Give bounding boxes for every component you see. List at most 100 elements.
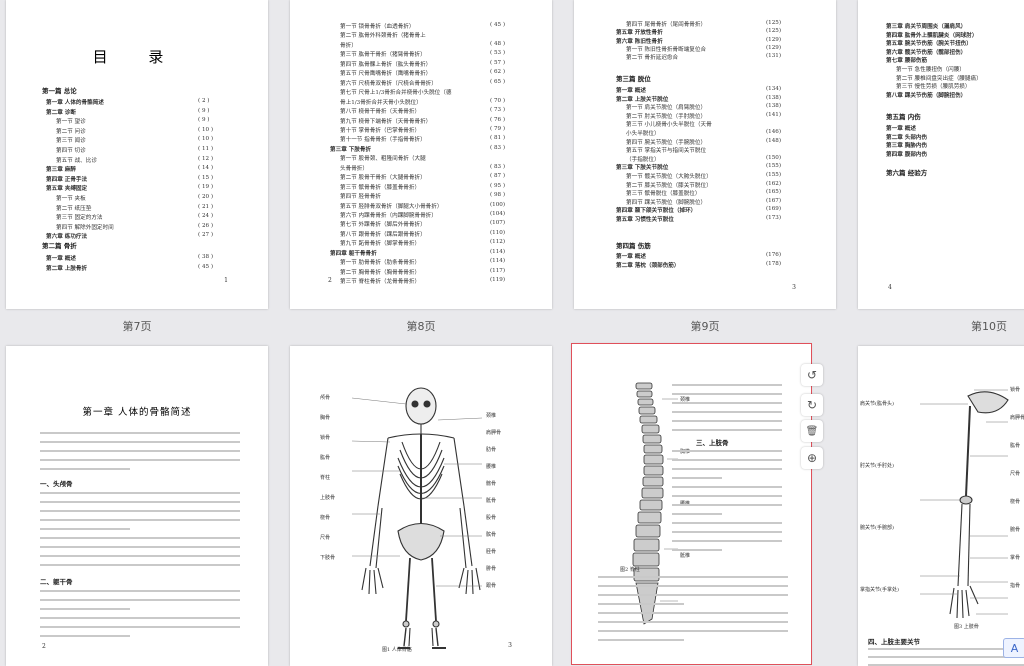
delete-page-button[interactable]: 🗑 (801, 420, 823, 442)
toc-entry-title: 第五节 战、比诊 (56, 157, 97, 164)
thumbnail-page-11[interactable]: 第一章 人体的骨骼简述 一、头颅骨 二、躯干骨 2 (6, 346, 268, 666)
figure-label: 骶椎 (680, 553, 691, 559)
toc-entry: 第八章 踝关节伤筋（脚腕扭伤） (886, 91, 966, 99)
toc-entry-page: (114) (490, 258, 506, 265)
toc-entry-page: ( 76 ) (490, 116, 506, 123)
toc-entry: 第三节 肱骨干骨折（猪臂骨骨折） (340, 50, 426, 58)
toc-entry: 第三节 慢性劳损（腰肌劳损） (896, 82, 971, 90)
toc-entry: 第四章 腹部内伤 (886, 150, 927, 158)
toc-entry: 第二章 落枕（颈部伤筋） (616, 261, 679, 269)
toc-entry-title: 第四章 肱骨外上髁肌腱炎（网球肘） (886, 32, 978, 39)
toc-entry-title: 第三节 脊柱骨折（龙骨骨骨折） (340, 279, 421, 286)
figure-label: 肩胛骨 (1010, 415, 1024, 421)
toc-entry: 第十一节 指骨骨折（手指骨骨折） (340, 135, 426, 143)
toc-entry-page: (162) (766, 180, 782, 187)
text-line (672, 411, 782, 413)
toc-entry: 第二节 骨折延迟愈合 (626, 53, 678, 61)
page-number: 1 (224, 277, 228, 284)
corner-action-button[interactable]: A (1003, 638, 1024, 658)
toc-entry-page: (169) (766, 206, 782, 213)
toc-entry: 第三节 髌骨脱位（膝盖脱位） (626, 189, 701, 197)
toc-entry: 第五节 掌指关节与指间关节脱位 (626, 146, 706, 154)
toc-entry-title: 第六章 髋关节伤筋（髋部扭伤） (886, 49, 967, 56)
toc-entry-title: 第二章 上肢骨折 (46, 265, 88, 272)
thumbnail-page-13[interactable]: 颈椎胸椎腰椎骶椎 三、上肢骨 图2 脊柱 (571, 343, 812, 665)
rotate-left-button[interactable]: ↺ (801, 364, 823, 386)
toc-entry-title: 第一章 概述 (886, 126, 916, 132)
toc-entry-page: ( 83 ) (490, 144, 506, 151)
toc-entry-title: 第一节 陈旧性骨折骨断端复位合 (626, 46, 707, 53)
toc-entry: 第七节 尺骨上1/3骨折合并桡骨小头脱位（德 (340, 88, 451, 96)
toc-entry: 第三章 胸胁内伤 (886, 141, 927, 149)
toc-entry-page: (148) (766, 137, 782, 144)
figure-label: 锁骨 (320, 435, 331, 441)
rotate-right-button[interactable]: ↻ (801, 394, 823, 416)
toc-entry-title: 第一节 肩关节脱位（肩臂脱位） (626, 105, 707, 112)
text-line (672, 504, 782, 506)
toc-entry-title: 第五章 开放性骨折 (616, 30, 663, 37)
text-line (40, 626, 240, 628)
toc-entry-title: 第四章 躯干骨骨折 (330, 250, 377, 257)
toc-entry-title: 第三节 肱骨干骨折（猪臂骨骨折） (340, 52, 426, 59)
toc-entry-title: 第四章 腹部内伤 (886, 151, 928, 158)
text-line (672, 468, 782, 470)
toc-entry-page: ( 45 ) (490, 22, 506, 28)
toc-entry-title: 第二章 头部内伤 (886, 134, 928, 141)
toc-entry-title: 第三节 固定的方法 (56, 215, 103, 222)
toc-entry: 第四节 切诊 (56, 146, 86, 154)
toc-entry-page: (150) (766, 154, 782, 161)
toc-entry-page: ( 98 ) (490, 192, 506, 199)
thumbnail-page-9[interactable]: 第四节 尾骨骨折（尾闾骨骨折） (125) 第五章 开放性骨折 (125) 第六章 陈旧… (574, 0, 836, 309)
figure-label: 桡骨 (1010, 499, 1021, 505)
toc-entry-title: 第一章 概述 (46, 256, 76, 262)
thumbnail-page-12[interactable]: 颅骨 胸骨 锁骨 肱骨 脊柱 上肢骨 桡骨 尺骨 下肢骨 颈椎 肩胛骨 肋骨 腰椎 髂骨 骶骨 股骨 髌骨 胫骨… (290, 346, 552, 666)
toc-entry-page: ( 62 ) (490, 69, 506, 76)
toc-entry-page: ( 14 ) (198, 165, 214, 172)
figure-caption: 图3 上肢骨 (954, 624, 979, 630)
text-line (868, 648, 1024, 650)
zoom-page-button[interactable]: ⊕ (801, 447, 823, 469)
figure-label: 肱骨 (320, 455, 331, 461)
toc-entry: 第二章 诊断 (46, 108, 76, 116)
text-line (598, 594, 788, 596)
figure-label: 腰椎 (486, 464, 497, 470)
thumbnail-page-8[interactable]: 第一节 锁骨骨折（血透骨折） ( 45 ) 第二节 肱骨外科颈骨折（猪骨骨上 骨折） (… (290, 0, 552, 309)
toc-entry: 第四节 腕关节脱位（手腕脱位） (626, 138, 706, 146)
toc-entry-page: ( 87 ) (490, 173, 506, 180)
figure-label: 股骨 (486, 515, 497, 521)
toc-entry-title: 第二节 纸压垫 (56, 205, 92, 212)
toc-entry: 第一节 陈旧性骨折骨断端复位合 (626, 45, 706, 53)
toc-entry-page: (114) (490, 248, 506, 255)
part-heading: 第四篇 伤筋 (616, 242, 651, 250)
toc-entry-title: 第八章 踝关节伤筋（脚腕扭伤） (886, 92, 967, 99)
toc-entry-title: 第三章 麻醉 (46, 167, 76, 174)
toc-entry: 第一节 望诊 (56, 117, 86, 125)
toc-entry: 第一章 概述 (886, 124, 916, 132)
toc-entry: 第一节 肋骨骨折（肋条骨骨折） (340, 258, 420, 266)
rotate-cw-icon: ↻ (806, 398, 818, 412)
toc-entry-title: 第二节 问诊 (56, 128, 86, 135)
toc-entry-page: ( 48 ) (490, 40, 506, 47)
toc-entry-title: 第二节 骨折延迟愈合 (626, 55, 679, 62)
thumbnail-page-7[interactable]: 目 录 第一篇 总论 第一章 人体的骨骼简述 ( 2 ) 第二章 诊断 ( 9 ) 第一… (6, 0, 268, 309)
toc-entry: 第一章 概述 (616, 86, 646, 94)
thumbnail-page-10[interactable]: 第三章 肩关节周围炎（漏肩风） 第四章 肱骨外上髁肌腱炎（网球肘） 第五章 腕关节伤… (858, 0, 1024, 309)
figure-label: 肋骨 (486, 447, 497, 453)
part-heading: 第二篇 骨折 (42, 242, 77, 250)
text-line (598, 576, 788, 578)
text-line (40, 510, 240, 512)
toc-entry: 第一节 锁骨骨折（血透骨折） (340, 22, 415, 30)
text-line (40, 555, 240, 557)
toc-entry-page: ( 9 ) (198, 107, 210, 114)
toc-entry-page: ( 83 ) (490, 163, 506, 170)
toc-title: 目 录 (92, 48, 182, 66)
toc-entry-page: ( 2 ) (198, 98, 210, 104)
figure-label: 肘关节(手肘处) (860, 463, 894, 469)
toc-entry-title: 第四节 踝关节脱位（脚腕脱位） (626, 199, 707, 206)
toc-entry-title: 第一节 股骨颈、粗隆间骨折（大腿 (340, 156, 426, 163)
figure-label: 肱骨 (1010, 443, 1021, 449)
toc-entry: 第五章 开放性骨折 (616, 28, 663, 36)
text-line (40, 441, 240, 443)
thumbnail-page-14[interactable]: 肩关节(肱骨头) 肘关节(手肘处) 腕关节(手腕部) 掌指关节(手掌处) 锁骨 肩胛骨肱… (858, 346, 1024, 666)
rotate-ccw-icon: ↺ (806, 368, 818, 382)
